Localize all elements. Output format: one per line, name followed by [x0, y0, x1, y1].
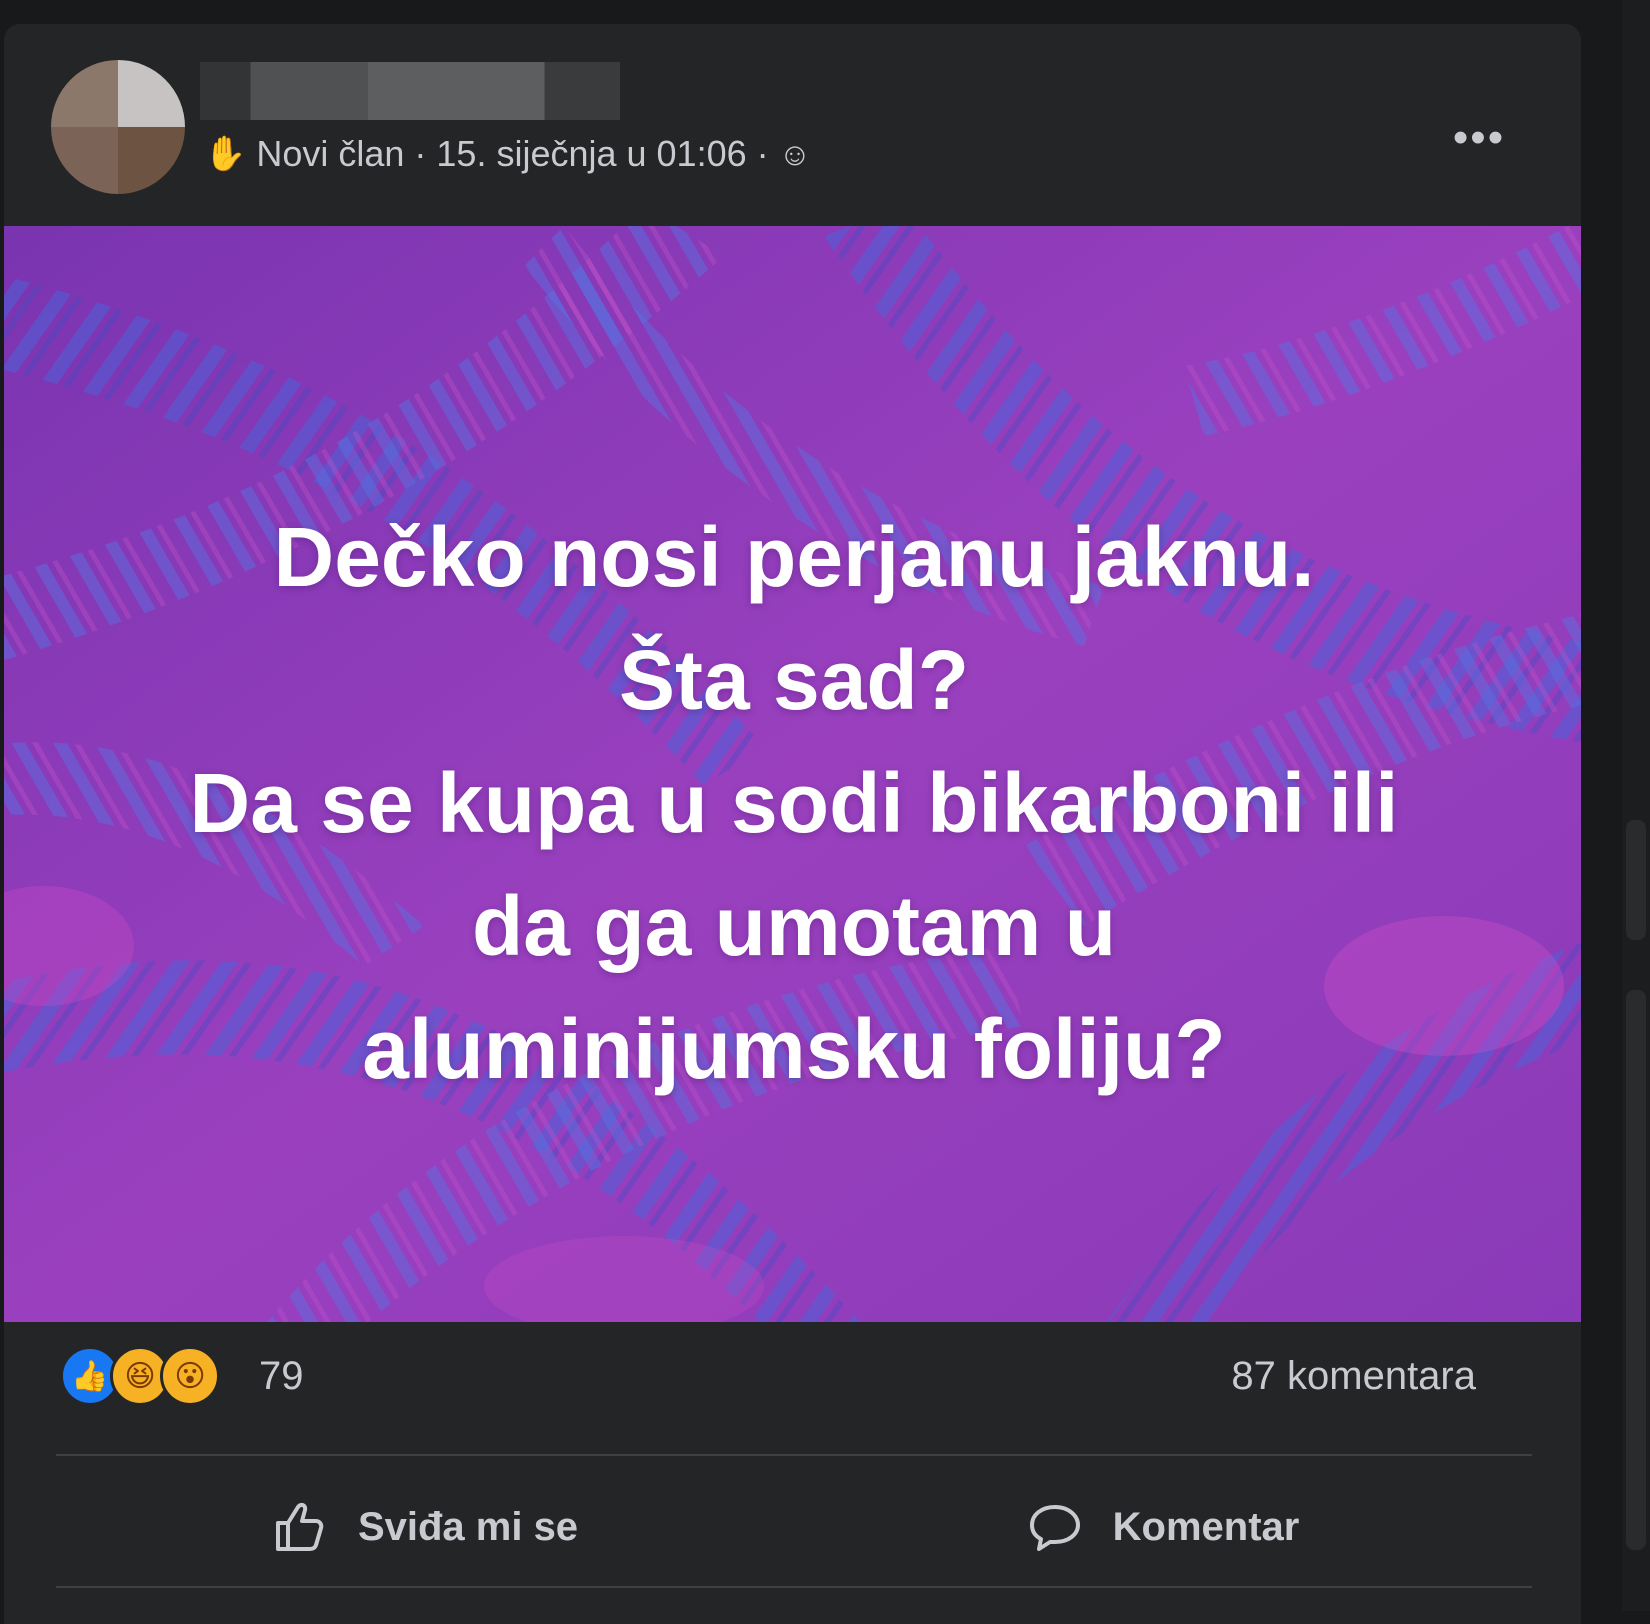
post-text-line: Šta sad? — [618, 633, 970, 727]
post-text-line: Dečko nosi perjanu jaknu. — [273, 510, 1315, 604]
comment-bubble-icon — [1029, 1505, 1080, 1551]
meta-separator: · — [756, 133, 769, 174]
comment-count[interactable]: 87 komentara — [1231, 1354, 1476, 1399]
post-text-line: da ga umotam u — [471, 879, 1117, 973]
author-status: Novi član — [256, 133, 405, 174]
post-image[interactable]: Dečko nosi perjanu jaknu. Šta sad? Da se… — [4, 226, 1581, 1322]
post-actions: Sviđa mi se Komentar — [56, 1462, 1532, 1592]
meta-separator: · — [414, 133, 427, 174]
scrollbar-thumb-lower[interactable] — [1626, 990, 1646, 1550]
more-options-icon: ••• — [1452, 113, 1506, 162]
wow-reaction-icon[interactable]: 😮 — [160, 1346, 220, 1406]
reaction-count[interactable]: 79 — [259, 1354, 304, 1399]
author-avatar[interactable] — [51, 60, 185, 194]
comment-button[interactable]: Komentar — [794, 1462, 1532, 1592]
group-members-icon[interactable]: ☺ — [779, 136, 812, 173]
divider — [56, 1586, 1532, 1588]
waving-hand-icon: ✋ — [204, 135, 247, 173]
scrollbar-thumb[interactable] — [1626, 820, 1646, 940]
post-stats: 👍 😆 😮 79 87 komentara — [4, 1324, 1581, 1444]
author-name-redacted[interactable] — [200, 62, 620, 120]
post-options-button[interactable]: ••• — [1444, 113, 1514, 162]
post-text: Dečko nosi perjanu jaknu. Šta sad? Da se… — [4, 496, 1581, 1111]
comment-button-label: Komentar — [1112, 1504, 1300, 1549]
post-timestamp[interactable]: 15. siječnja u 01:06 — [436, 133, 746, 175]
post-text-line: aluminijumsku foliju? — [362, 1002, 1226, 1096]
post-text-line: Da se kupa u sodi bikarboni ili — [189, 756, 1399, 850]
divider — [56, 1454, 1532, 1456]
like-button[interactable]: Sviđa mi se — [56, 1462, 794, 1592]
post-meta: ✋ Novi član · 15. siječnja u 01:06 · ☺ — [204, 132, 811, 176]
like-button-label: Sviđa mi se — [357, 1504, 579, 1549]
post-card: ✋ Novi član · 15. siječnja u 01:06 · ☺ •… — [4, 24, 1581, 1624]
scrollbar-track[interactable] — [1622, 0, 1650, 1611]
thumbs-up-icon — [275, 1502, 324, 1551]
reaction-icons[interactable]: 👍 😆 😮 — [60, 1346, 220, 1406]
